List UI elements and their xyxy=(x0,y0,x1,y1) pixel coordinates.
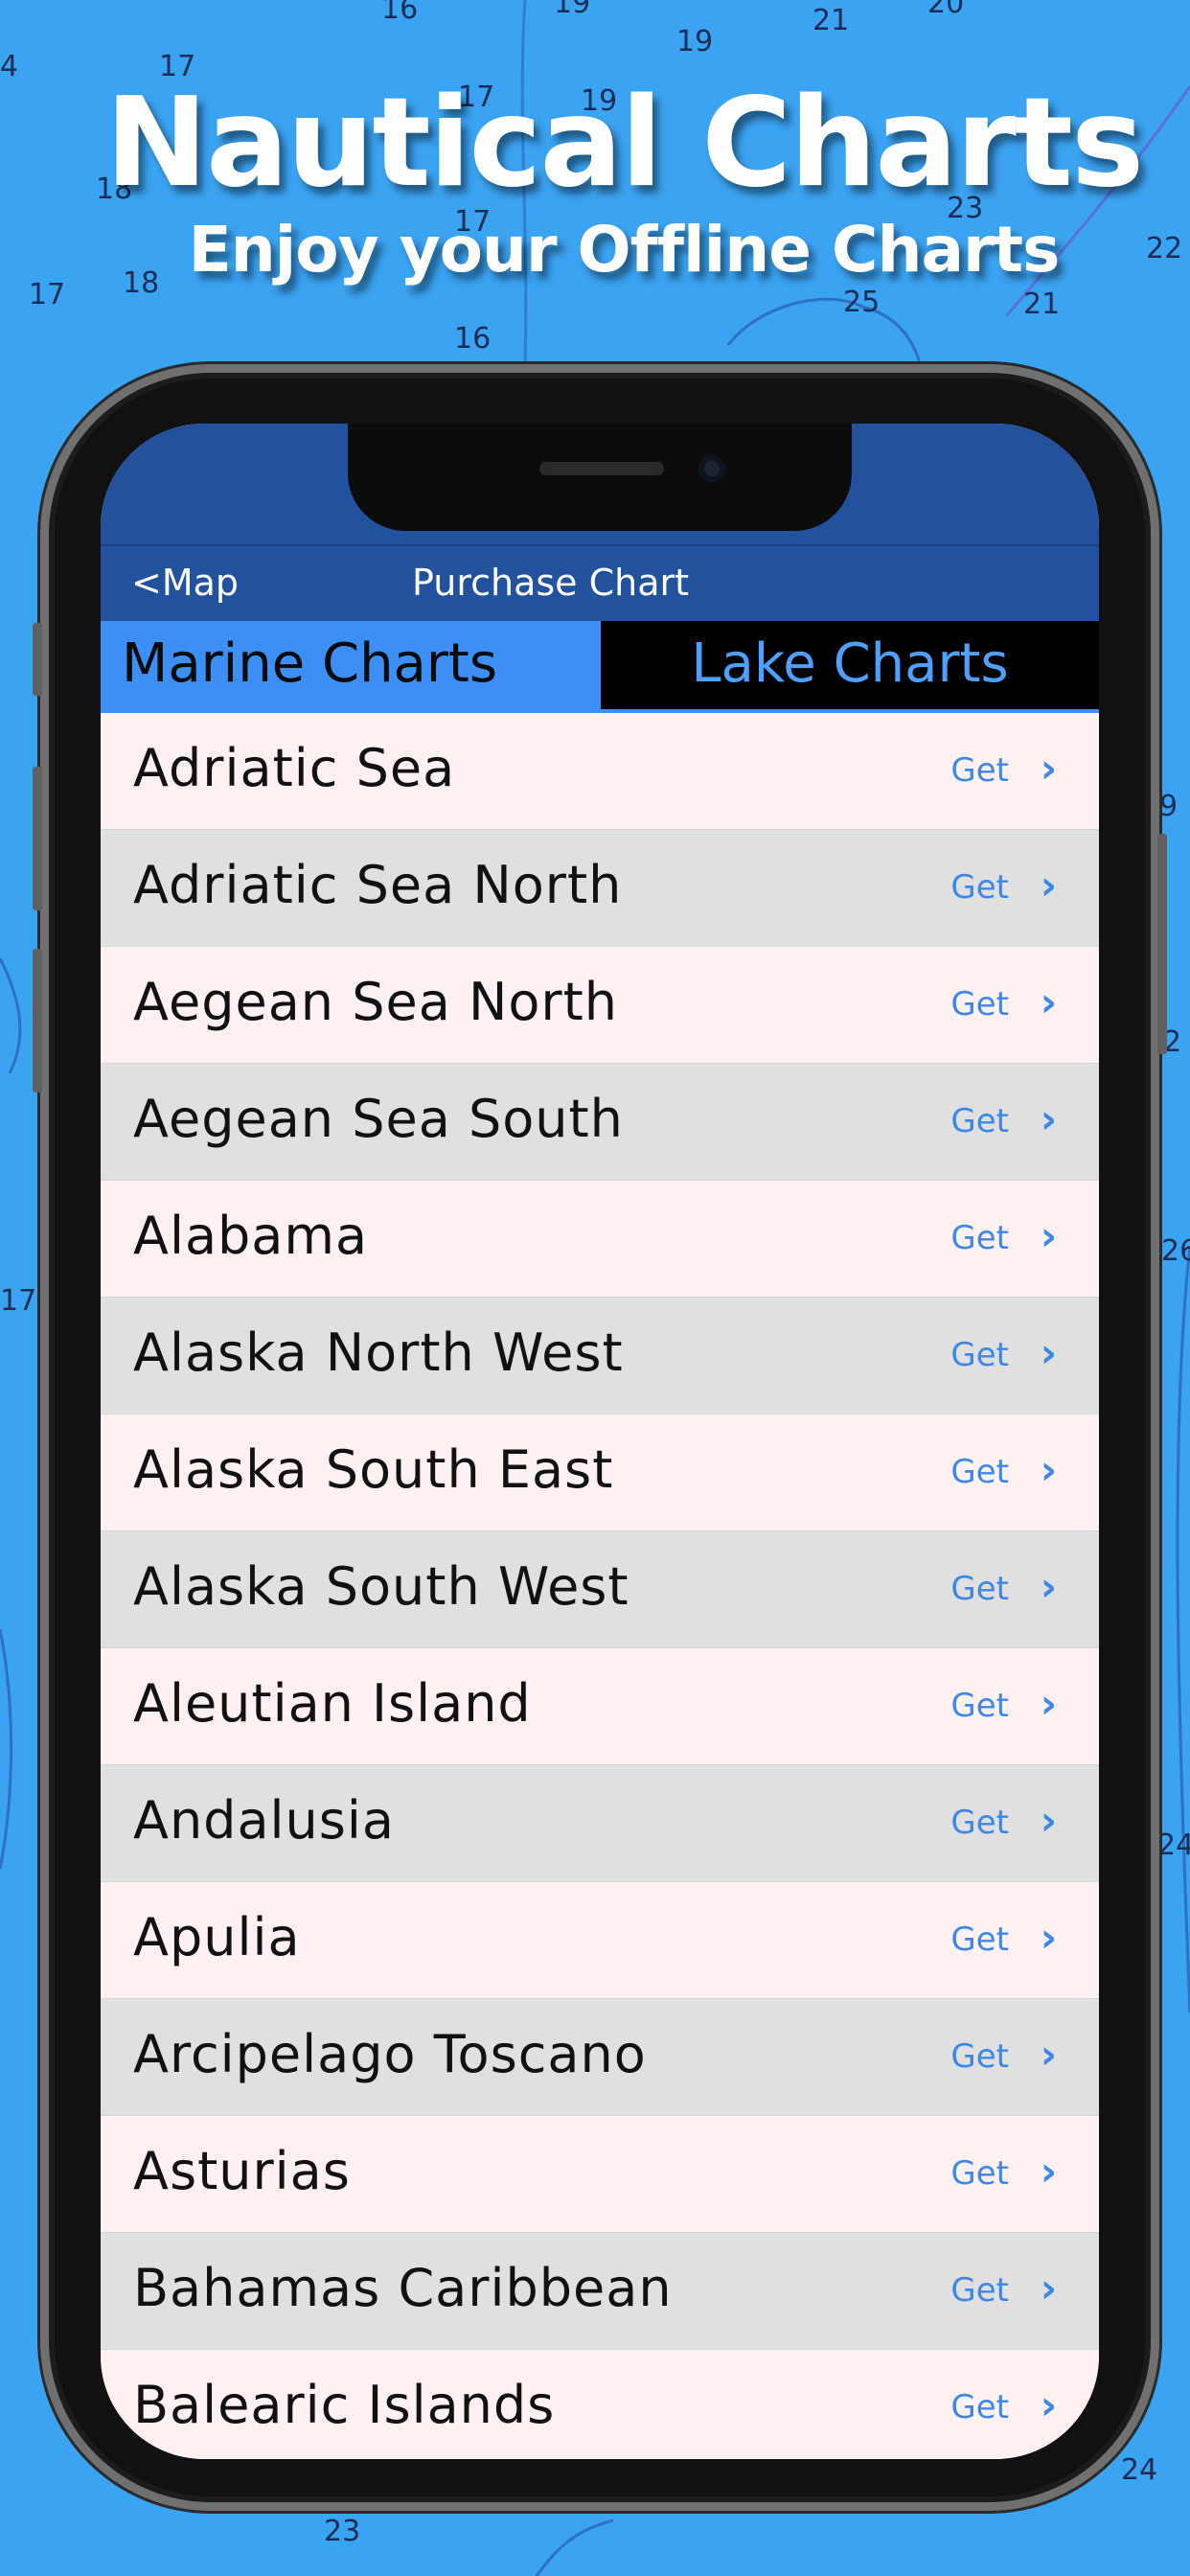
get-button[interactable]: Get xyxy=(950,1336,1009,1374)
tab-lake-charts[interactable]: Lake Charts xyxy=(601,621,1099,713)
chevron-right-icon: › xyxy=(1040,1563,1057,1610)
list-item[interactable]: Aleutian Island Get › xyxy=(101,1648,1099,1765)
depth-sounding: 25 xyxy=(843,286,881,319)
speaker-grille xyxy=(539,462,664,475)
chart-type-tabs: Marine Charts Lake Charts xyxy=(101,621,1099,713)
depth-sounding: 26 xyxy=(1161,1234,1190,1268)
chart-region-name: Aegean Sea South xyxy=(133,1089,624,1149)
list-item[interactable]: Alaska South East Get › xyxy=(101,1414,1099,1531)
get-button[interactable]: Get xyxy=(950,1453,1009,1491)
marketing-title: Nautical Charts xyxy=(104,72,1144,215)
chart-region-name: Aegean Sea North xyxy=(133,972,618,1032)
chevron-right-icon: › xyxy=(1040,1212,1057,1259)
depth-sounding: 19 xyxy=(676,25,714,58)
tab-marine-charts[interactable]: Marine Charts xyxy=(101,621,601,713)
chart-region-name: Apulia xyxy=(133,1907,301,1967)
chevron-right-icon: › xyxy=(1040,1914,1057,1961)
chart-region-name: Andalusia xyxy=(133,1790,395,1851)
chart-list: Adriatic Sea Get › Adriatic Sea North Get › Ae… xyxy=(101,713,1099,2459)
chart-region-name: Alaska South West xyxy=(133,1556,629,1617)
get-button[interactable]: Get xyxy=(950,751,1009,790)
page-title: Purchase Chart xyxy=(412,562,690,604)
list-item[interactable]: Aegean Sea South Get › xyxy=(101,1064,1099,1181)
get-button[interactable]: Get xyxy=(950,985,1009,1024)
notch xyxy=(348,424,852,531)
list-item[interactable]: Asturias Get › xyxy=(101,2116,1099,2233)
list-item[interactable]: Alaska North West Get › xyxy=(101,1298,1099,1414)
get-button[interactable]: Get xyxy=(950,868,1009,907)
back-to-map-button[interactable]: <Map xyxy=(131,562,239,604)
list-item[interactable]: Adriatic Sea Get › xyxy=(101,713,1099,830)
depth-sounding: 17 xyxy=(0,1284,37,1318)
depth-sounding: 21 xyxy=(812,4,850,37)
list-item[interactable]: Aegean Sea North Get › xyxy=(101,947,1099,1064)
chart-region-name: Alaska South East xyxy=(133,1439,614,1500)
chevron-right-icon: › xyxy=(1040,2031,1057,2078)
chart-region-name: Asturias xyxy=(133,2141,351,2201)
depth-sounding: 21 xyxy=(1023,288,1061,321)
front-camera-icon xyxy=(698,455,725,482)
list-item[interactable]: Adriatic Sea North Get › xyxy=(101,830,1099,947)
depth-sounding: 20 xyxy=(927,0,965,20)
chart-region-name: Bahamas Caribbean xyxy=(133,2258,673,2318)
depth-sounding: 16 xyxy=(454,322,492,356)
chevron-right-icon: › xyxy=(1040,2148,1057,2195)
chevron-right-icon: › xyxy=(1040,1095,1057,1142)
get-button[interactable]: Get xyxy=(950,1102,1009,1140)
status-bar xyxy=(101,424,1099,544)
chart-region-name: Alaska North West xyxy=(133,1322,624,1383)
get-button[interactable]: Get xyxy=(950,2388,1009,2426)
get-button[interactable]: Get xyxy=(950,1920,1009,1959)
list-item[interactable]: Apulia Get › xyxy=(101,1882,1099,1999)
chevron-right-icon: › xyxy=(1040,862,1057,908)
list-item[interactable]: Bahamas Caribbean Get › xyxy=(101,2233,1099,2350)
depth-sounding: 16 xyxy=(381,0,419,26)
get-button[interactable]: Get xyxy=(950,2154,1009,2193)
chevron-right-icon: › xyxy=(1040,2265,1057,2312)
navigation-bar: <Map Purchase Chart xyxy=(101,544,1099,623)
depth-sounding: 9 xyxy=(1159,790,1179,823)
get-button[interactable]: Get xyxy=(950,1687,1009,1725)
list-item[interactable]: Arcipelago Toscano Get › xyxy=(101,1999,1099,2116)
list-item[interactable]: Andalusia Get › xyxy=(101,1765,1099,1882)
depth-sounding: 23 xyxy=(324,2515,361,2548)
depth-sounding: 24 xyxy=(1121,2453,1158,2487)
power-button xyxy=(1157,834,1167,1054)
chevron-right-icon: › xyxy=(1040,1797,1057,1844)
volume-down-button xyxy=(33,949,42,1092)
get-button[interactable]: Get xyxy=(950,2271,1009,2310)
chevron-right-icon: › xyxy=(1040,745,1057,792)
chart-region-name: Adriatic Sea North xyxy=(133,855,623,915)
chevron-right-icon: › xyxy=(1040,2381,1057,2428)
chart-region-name: Aleutian Island xyxy=(133,1673,532,1734)
get-button[interactable]: Get xyxy=(950,1804,1009,1842)
depth-sounding: 4 xyxy=(0,50,19,83)
get-button[interactable]: Get xyxy=(950,2037,1009,2076)
mute-switch xyxy=(33,623,42,696)
depth-sounding: 24 xyxy=(1157,1828,1190,1862)
chevron-right-icon: › xyxy=(1040,1446,1057,1493)
chart-region-name: Adriatic Sea xyxy=(133,738,456,798)
list-item[interactable]: Alaska South West Get › xyxy=(101,1531,1099,1648)
list-item[interactable]: Alabama Get › xyxy=(101,1181,1099,1298)
chart-region-name: Arcipelago Toscano xyxy=(133,2024,647,2084)
phone-screen: <Map Purchase Chart Marine Charts Lake C… xyxy=(101,424,1099,2459)
get-button[interactable]: Get xyxy=(950,1570,1009,1608)
depth-sounding: 19 xyxy=(554,0,591,20)
list-item[interactable]: Balearic Islands Get › xyxy=(101,2350,1099,2459)
chart-region-name: Balearic Islands xyxy=(133,2375,556,2435)
get-button[interactable]: Get xyxy=(950,1219,1009,1257)
chevron-right-icon: › xyxy=(1040,978,1057,1025)
chevron-right-icon: › xyxy=(1040,1329,1057,1376)
volume-up-button xyxy=(33,767,42,910)
chevron-right-icon: › xyxy=(1040,1680,1057,1727)
chart-region-name: Alabama xyxy=(133,1206,369,1266)
marketing-subtitle: Enjoy your Offline Charts xyxy=(188,213,1061,287)
